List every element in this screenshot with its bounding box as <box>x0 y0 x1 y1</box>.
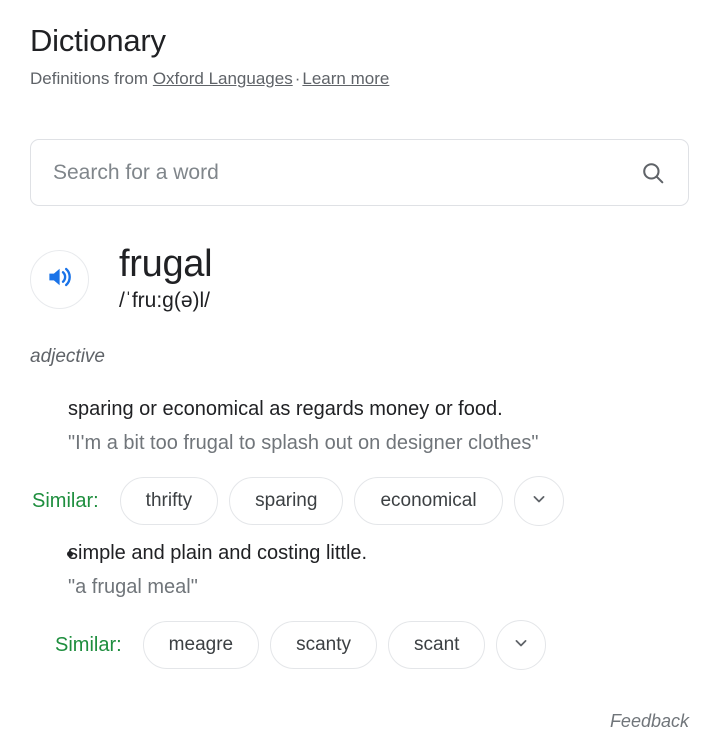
expand-synonyms-button[interactable] <box>513 476 564 526</box>
headword: frugal <box>119 243 213 285</box>
definition-text: sparing or economical as regards money o… <box>68 398 503 420</box>
definition-example: "I'm a bit too frugal to splash out on d… <box>68 432 539 454</box>
attribution-separator: · <box>294 69 301 88</box>
definition-example: "a frugal meal" <box>68 576 198 598</box>
oxford-languages-link[interactable]: Oxford Languages <box>153 69 293 88</box>
search-box[interactable] <box>30 139 689 206</box>
synonym-chip[interactable]: thrifty <box>119 477 219 525</box>
definition-group: sparing or economical as regards money o… <box>30 394 690 526</box>
synonym-chip[interactable]: economical <box>354 477 503 525</box>
synonym-chip[interactable]: scant <box>388 621 486 669</box>
definition-item: sparing or economical as regards money o… <box>30 394 690 458</box>
expand-synonyms-button[interactable] <box>496 620 547 670</box>
attribution-prefix: Definitions from <box>30 69 153 88</box>
speaker-volume-icon <box>45 262 75 297</box>
bullet-icon <box>67 551 73 557</box>
feedback-link[interactable]: Feedback <box>610 709 689 733</box>
similar-row: Similar: meagre scanty scant <box>30 620 690 670</box>
chevron-down-icon <box>529 489 549 514</box>
part-of-speech: adjective <box>30 346 105 367</box>
phonetic-transcription: /ˈfru:g(ə)l/ <box>119 289 211 312</box>
similar-label: Similar: <box>32 490 99 512</box>
similar-row: Similar: thrifty sparing economical <box>30 476 690 526</box>
attribution-line: Definitions from Oxford Languages · Learn … <box>30 67 690 90</box>
synonym-chip[interactable]: scanty <box>270 621 378 669</box>
header: Dictionary Definitions from Oxford Langu… <box>30 22 690 90</box>
learn-more-link[interactable]: Learn more <box>302 69 389 88</box>
synonym-chip[interactable]: meagre <box>142 621 260 669</box>
dictionary-panel: Dictionary Definitions from Oxford Langu… <box>0 0 719 751</box>
definitions-list: sparing or economical as regards money o… <box>30 394 690 682</box>
word-header: frugal /ˈfru:g(ə)l/ <box>30 240 690 314</box>
similar-label: Similar: <box>55 634 122 656</box>
speaker-volume-icon-button[interactable] <box>30 250 89 309</box>
page-title: Dictionary <box>30 23 166 58</box>
definition-text: simple and plain and costing little. <box>68 542 368 564</box>
search-icon[interactable] <box>640 160 666 186</box>
definition-item: simple and plain and costing little. "a … <box>30 538 690 602</box>
definition-group: simple and plain and costing little. "a … <box>30 538 690 670</box>
word-text-wrap: frugal /ˈfru:g(ə)l/ <box>119 240 690 314</box>
chevron-down-icon <box>511 633 531 658</box>
search-input[interactable] <box>53 140 640 205</box>
synonym-chip[interactable]: sparing <box>229 477 344 525</box>
